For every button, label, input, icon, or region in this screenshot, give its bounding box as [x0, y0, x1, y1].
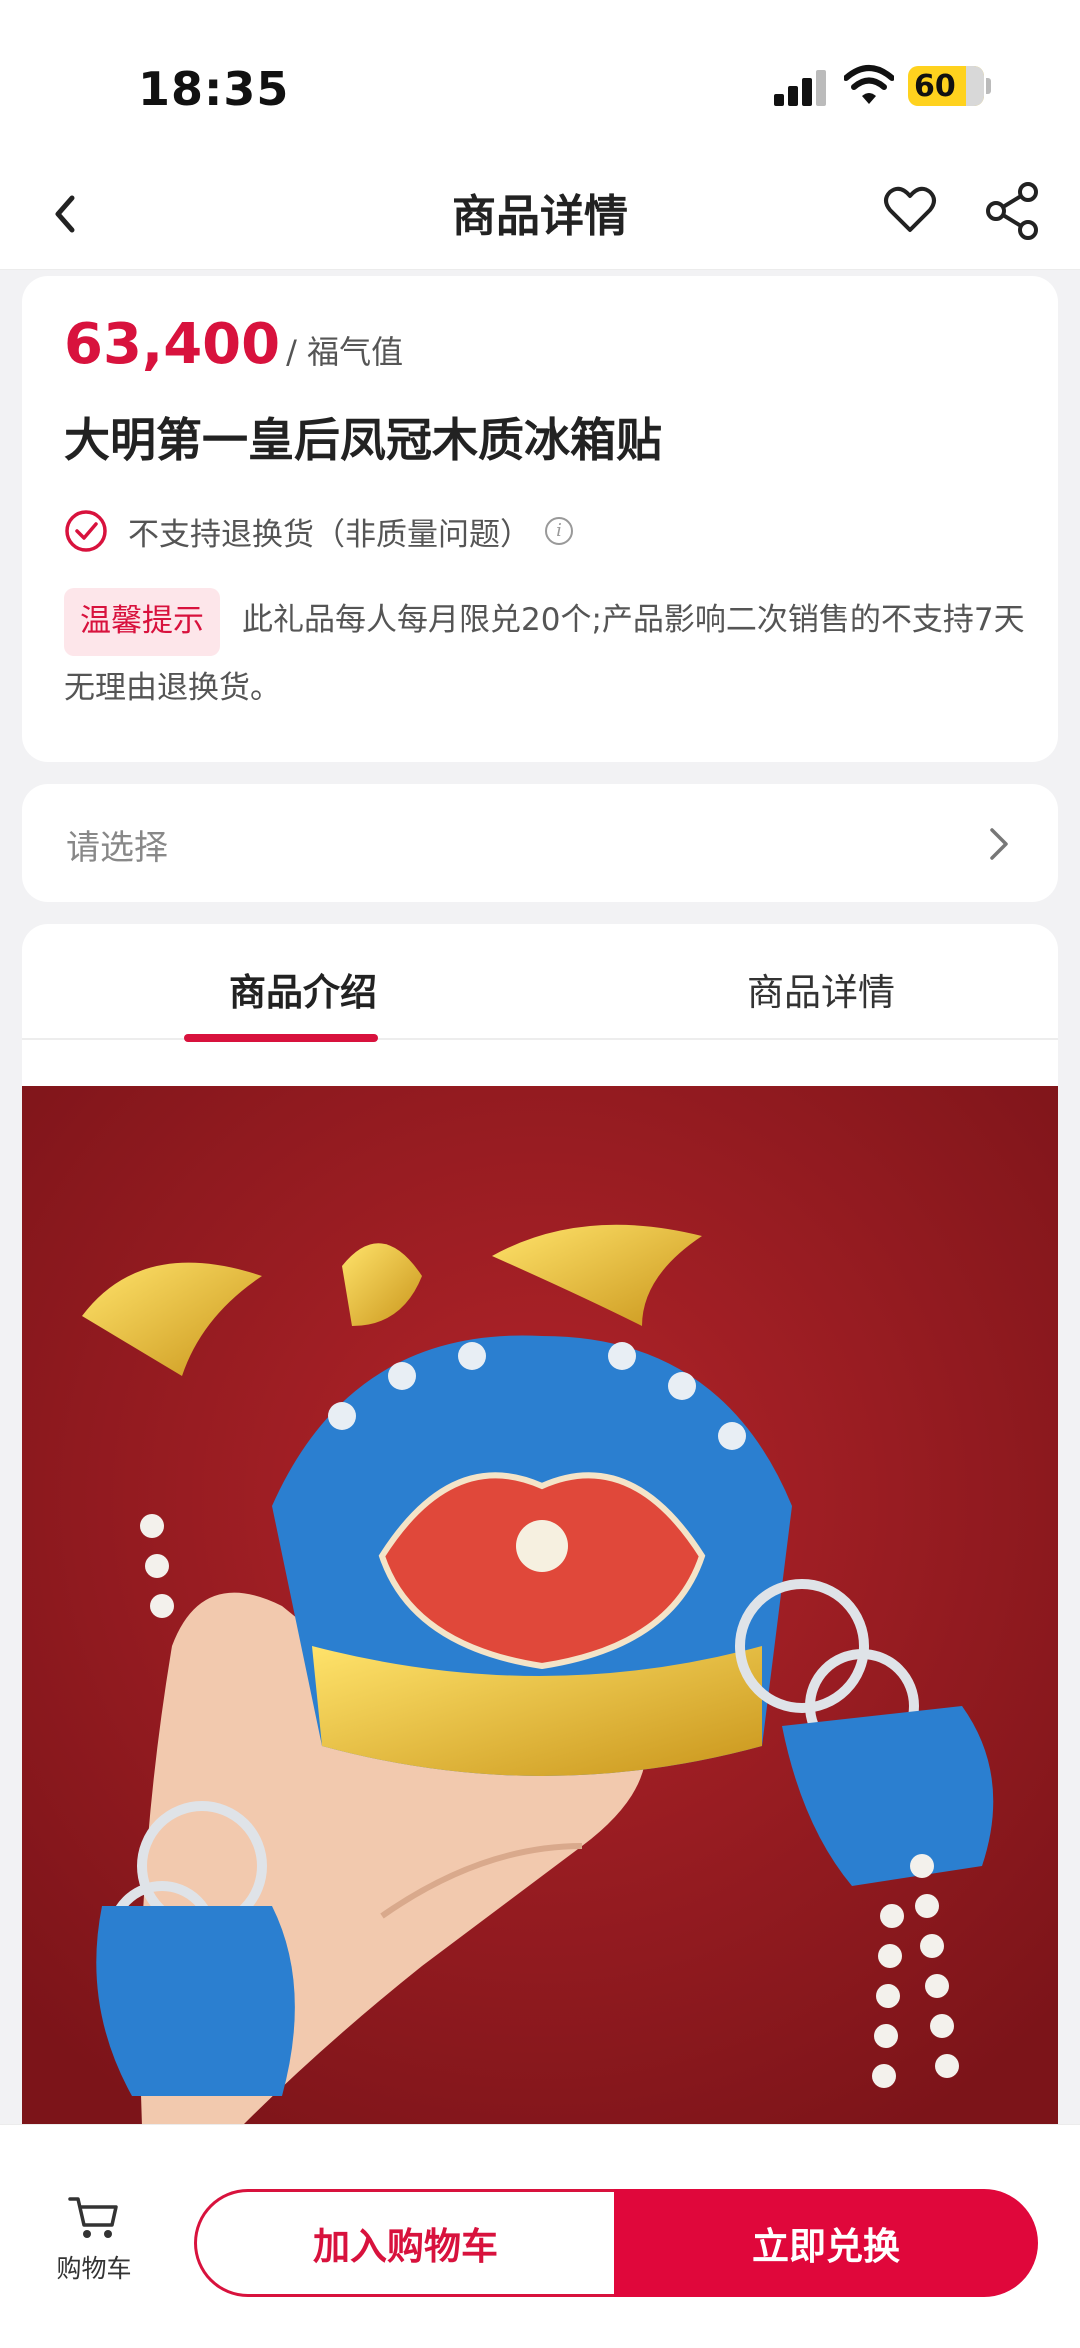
redeem-now-button[interactable]: 立即兑换	[614, 2189, 1038, 2297]
price-unit: / 福气值	[286, 333, 404, 371]
signal-icon	[774, 68, 826, 106]
cart-icon	[68, 2197, 118, 2238]
select-placeholder: 请选择	[66, 828, 168, 868]
check-circle-icon	[65, 510, 107, 552]
tab-details[interactable]: 商品详情	[562, 962, 1058, 1016]
info-icon[interactable]: i	[545, 517, 573, 545]
cart-button[interactable]: 购物车	[46, 2195, 142, 2285]
nav-bar: 商品详情	[0, 160, 1080, 270]
battery-level: 60	[914, 69, 956, 104]
share-icon[interactable]	[982, 180, 1044, 242]
price: 63,400	[64, 312, 281, 377]
return-policy-row: 不支持退换货（非质量问题） i	[64, 506, 573, 556]
price-row: 63,400 / 福气值	[64, 312, 403, 377]
product-detail-page: 18:35 60 商品详情 63,400 / 福气值 大明第一皇后凤冠木质冰箱贴…	[0, 0, 1080, 2348]
tab-active-indicator	[184, 1034, 378, 1042]
notice: 温馨提示 此礼品每人每月限兑20个;产品影响二次销售的不支持7天无理由退换货。	[64, 588, 1030, 720]
product-title: 大明第一皇后凤冠木质冰箱贴	[64, 413, 662, 467]
return-policy-text: 不支持退换货（非质量问题）	[128, 516, 531, 553]
wifi-icon	[844, 65, 894, 104]
heart-icon[interactable]	[880, 180, 940, 240]
status-bar: 18:35 60	[0, 0, 1080, 160]
cart-label: 购物车	[56, 2254, 132, 2283]
tab-bar: 商品介绍 商品详情	[22, 924, 1058, 1042]
spec-select-row[interactable]: 请选择	[22, 784, 1058, 902]
product-info-card: 63,400 / 福气值 大明第一皇后凤冠木质冰箱贴 不支持退换货（非质量问题）…	[22, 276, 1058, 762]
add-to-cart-button[interactable]: 加入购物车	[194, 2189, 614, 2297]
notice-tag: 温馨提示	[64, 588, 220, 656]
detail-section: 商品介绍 商品详情	[22, 924, 1058, 2124]
chevron-right-icon	[990, 828, 1008, 860]
tab-intro[interactable]: 商品介绍	[44, 962, 562, 1016]
product-image[interactable]	[22, 1086, 1058, 2124]
bottom-action-bar: 购物车 加入购物车 立即兑换	[0, 2124, 1080, 2348]
battery-icon: 60	[908, 66, 984, 106]
battery-nub	[986, 78, 991, 94]
status-time: 18:35	[138, 62, 290, 116]
